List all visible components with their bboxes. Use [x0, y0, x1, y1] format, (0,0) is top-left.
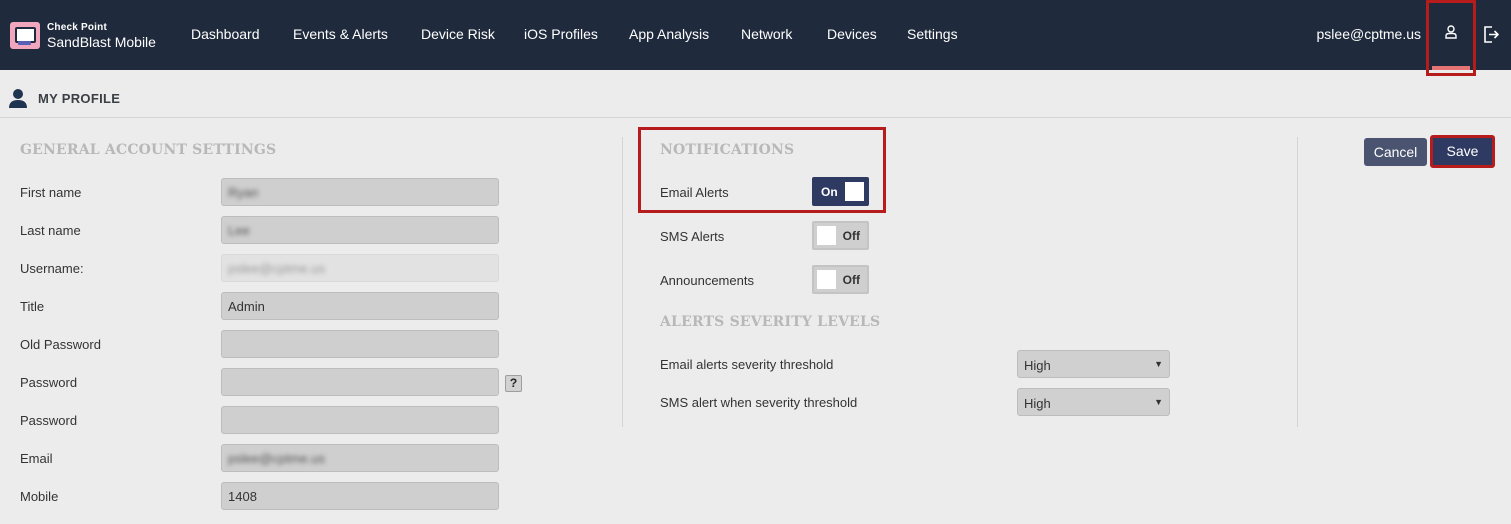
- sms-alerts-label: SMS Alerts: [660, 229, 725, 244]
- old-password-label: Old Password: [20, 337, 101, 352]
- email-label: Email: [20, 451, 53, 466]
- top-navigation-bar: Check Point SandBlast Mobile Dashboard E…: [0, 0, 1511, 76]
- column-divider-left: [622, 137, 623, 427]
- nav-ios-profiles[interactable]: iOS Profiles: [524, 26, 598, 42]
- profile-icon: [9, 89, 27, 108]
- first-name-input[interactable]: Ryan: [221, 178, 499, 206]
- username-label: Username:: [20, 261, 84, 276]
- username-input: pslee@cptme.us: [221, 254, 499, 282]
- nav-app-analysis[interactable]: App Analysis: [629, 26, 709, 42]
- announcements-toggle[interactable]: Off: [812, 265, 869, 294]
- column-divider-right: [1297, 137, 1298, 427]
- severity-section-title: ALERTS SEVERITY LEVELS: [660, 314, 881, 330]
- nav-dashboard[interactable]: Dashboard: [191, 26, 260, 42]
- logo-icon: [10, 22, 40, 49]
- title-input[interactable]: Admin: [221, 292, 499, 320]
- email-input[interactable]: pslee@cptme.us: [221, 444, 499, 472]
- confirm-password-label: Password: [20, 413, 78, 428]
- toggle-knob: [817, 226, 836, 245]
- password-label: Password: [20, 375, 78, 390]
- announcements-state: Off: [842, 273, 860, 287]
- dropdown-caret-icon: ▼: [1154, 359, 1163, 369]
- nav-device-risk[interactable]: Device Risk: [421, 26, 495, 42]
- email-severity-label: Email alerts severity threshold: [660, 357, 834, 372]
- last-name-input[interactable]: Lee: [221, 216, 499, 244]
- email-alerts-label: Email Alerts: [660, 185, 729, 200]
- dropdown-caret-icon: ▼: [1154, 397, 1163, 407]
- mobile-label: Mobile: [20, 489, 59, 504]
- password-help-button[interactable]: ?: [505, 375, 522, 392]
- brand-line1: Check Point: [47, 21, 107, 33]
- email-alerts-state: On: [821, 185, 838, 199]
- sms-severity-label: SMS alert when severity threshold: [660, 395, 858, 410]
- user-email: pslee@cptme.us: [1316, 26, 1421, 42]
- sms-alerts-state: Off: [842, 229, 860, 243]
- confirm-password-input[interactable]: [221, 406, 499, 434]
- nav-devices[interactable]: Devices: [827, 26, 877, 42]
- mobile-input[interactable]: 1408: [221, 482, 499, 510]
- brand-line2: SandBlast Mobile: [47, 33, 156, 50]
- notifications-section-title: NOTIFICATIONS: [660, 142, 795, 158]
- cancel-button[interactable]: Cancel: [1364, 138, 1427, 166]
- toggle-knob: [845, 182, 864, 201]
- logout-icon[interactable]: [1483, 26, 1499, 43]
- announcements-label: Announcements: [660, 273, 754, 288]
- last-name-label: Last name: [20, 223, 81, 238]
- password-input[interactable]: [221, 368, 499, 396]
- page-title: MY PROFILE: [38, 90, 121, 106]
- save-button[interactable]: Save: [1430, 135, 1495, 168]
- page-header: MY PROFILE: [8, 88, 120, 108]
- user-profile-button[interactable]: [1426, 0, 1476, 76]
- first-name-label: First name: [20, 185, 82, 200]
- logo[interactable]: Check Point SandBlast Mobile: [10, 22, 156, 49]
- email-severity-select[interactable]: High ▼: [1017, 350, 1170, 378]
- old-password-input[interactable]: [221, 330, 499, 358]
- sms-severity-select[interactable]: High ▼: [1017, 388, 1170, 416]
- title-label: Title: [20, 299, 45, 314]
- nav-network[interactable]: Network: [741, 26, 792, 42]
- active-indicator: [1432, 66, 1470, 70]
- sms-alerts-toggle[interactable]: Off: [812, 221, 869, 250]
- user-icon: [1445, 25, 1457, 39]
- toggle-knob: [817, 270, 836, 289]
- account-section-title: GENERAL ACCOUNT SETTINGS: [20, 142, 277, 158]
- email-alerts-toggle[interactable]: On: [812, 177, 869, 206]
- header-divider: [0, 117, 1511, 118]
- nav-events-alerts[interactable]: Events & Alerts: [293, 26, 388, 42]
- nav-settings[interactable]: Settings: [907, 26, 958, 42]
